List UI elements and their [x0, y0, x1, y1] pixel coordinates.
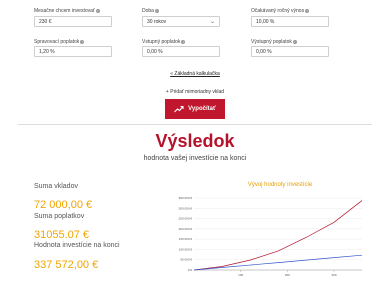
entry-fee-label: Vstupný poplatok i [142, 39, 186, 45]
basic-calculator-link-row: « Základná kalkulačka [0, 71, 390, 77]
result-subtitle: hodnota vašej investície na konci [143, 155, 247, 162]
fees-value: 31055.07 € [34, 229, 90, 241]
deposits-value: 72 000,00 € [34, 199, 93, 211]
info-icon[interactable]: i [95, 8, 100, 13]
duration-value: 30 rokov [147, 18, 167, 25]
chart-title: Vývoj hodnoty investície [247, 182, 313, 188]
end-value-label: Hodnota investície na konci [34, 242, 120, 249]
monthly-investment-input[interactable]: 230 € [34, 16, 112, 27]
y-tick-label: 150 000 € [179, 237, 193, 241]
management-fee-input[interactable]: 1,20 % [34, 46, 112, 57]
duration-label: Doba i [142, 8, 159, 14]
basic-calculator-link[interactable]: « Základná kalkulačka [170, 71, 219, 77]
info-icon[interactable]: i [305, 8, 310, 13]
x-tick-label: 200 [285, 273, 290, 277]
info-icon[interactable]: i [80, 39, 85, 44]
series-line-1 [193, 254, 363, 271]
y-tick-label: 50 000 € [180, 258, 192, 262]
management-fee-label-text: Spravovací poplatok [34, 39, 80, 45]
calculate-button[interactable]: Vypočítať [165, 99, 225, 119]
duration-label-text: Doba [142, 8, 154, 14]
exit-fee-value: 0,00 % [256, 48, 272, 55]
management-fee-value: 1,20 % [39, 48, 55, 55]
result-title: Výsledok [155, 131, 235, 151]
y-tick-label: 200 000 € [179, 227, 193, 231]
add-extra-deposit-row: + Pridať mimoriadny vklad [0, 89, 390, 95]
chevron-down-icon: ⌄ [209, 19, 215, 25]
y-tick-label: 100 000 € [179, 247, 193, 251]
x-tick-label: 300 [331, 273, 336, 277]
entry-fee-value: 0,00 % [147, 48, 163, 55]
trend-up-icon [174, 105, 184, 113]
section-divider [18, 124, 372, 125]
investment-chart: 0 € 50 000 € 100 000 € 150 000 € 200 000 € 25… [179, 196, 363, 277]
exit-fee-label: Výstupný poplatok i [251, 39, 297, 45]
info-icon[interactable]: i [292, 39, 297, 44]
expected-return-label: Očakávaný ročný výnos i [251, 8, 310, 14]
expected-return-input[interactable]: 10,00 % [251, 16, 329, 27]
exit-fee-input[interactable]: 0,00 % [251, 46, 329, 57]
calculate-button-label: Vypočítať [188, 106, 216, 112]
info-icon[interactable]: i [154, 8, 159, 13]
exit-fee-label-text: Výstupný poplatok [251, 39, 292, 45]
fees-label: Suma poplatkov [34, 213, 85, 220]
deposits-label: Suma vkladov [34, 183, 78, 190]
y-tick-label: 250 000 € [179, 217, 193, 221]
monthly-investment-label-text: Mesačne chcem investovať [34, 8, 95, 14]
y-tick-label: 350 000 € [179, 196, 193, 200]
entry-fee-label-text: Vstupný poplatok [142, 39, 181, 45]
entry-fee-input[interactable]: 0,00 % [142, 46, 220, 57]
expected-return-label-text: Očakávaný ročný výnos [251, 8, 305, 14]
monthly-investment-value: 230 € [39, 18, 52, 25]
management-fee-label: Spravovací poplatok i [34, 39, 85, 45]
duration-select[interactable]: 30 rokov ⌄ [142, 16, 220, 27]
monthly-investment-label: Mesačne chcem investovať i [34, 8, 100, 14]
x-tick-label: 100 [238, 273, 243, 277]
expected-return-value: 10,00 % [256, 18, 275, 25]
info-icon[interactable]: i [181, 39, 186, 44]
y-tick-label: 0 € [188, 268, 193, 272]
y-tick-label: 300 000 € [179, 206, 193, 210]
add-extra-deposit-link[interactable]: + Pridať mimoriadny vklad [166, 89, 224, 95]
end-value-value: 337 572,00 € [34, 259, 99, 271]
